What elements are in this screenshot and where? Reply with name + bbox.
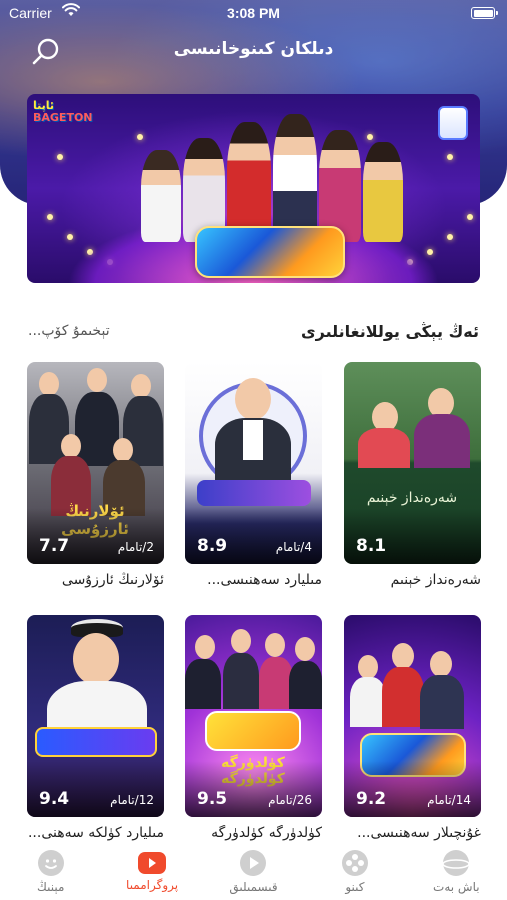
page-title: دىلكان كىنوخانىسى	[173, 39, 334, 59]
status-bar: Carrier 3:08 PM	[0, 0, 507, 28]
episode-count: 14/تامام	[427, 793, 471, 807]
tab-movies[interactable]: كىنو	[304, 841, 405, 900]
see-more-link[interactable]: تېخىمۇ كۆپ...	[28, 323, 110, 339]
program-poster: ئۆلارنىڭ ئارزۇسى 2/تامام 7.7	[27, 362, 164, 564]
poster-art: شەرەنداز خېنىم	[344, 362, 481, 564]
program-title: شەرەنداز خېنىم	[390, 572, 481, 588]
search-icon	[32, 38, 59, 65]
program-card[interactable]: كۈلدۈرگە كۈلدۈرگە 26/تامام 9.5 كۈلدۈرگە …	[185, 615, 322, 841]
poster-art: كۈلدۈرگە كۈلدۈرگە	[185, 615, 322, 817]
film-reel-icon	[341, 850, 368, 876]
program-card[interactable]: 12/تامام 9.4 مىليارد كۈلكە سەھنى...	[27, 615, 164, 841]
featured-banner[interactable]: ئاپتا BAGETON	[27, 94, 480, 283]
poster-art: ئۆلارنىڭ ئارزۇسى	[27, 362, 164, 564]
program-card[interactable]: 4/تامام 8.9 مىليارد سەھنىسى...	[185, 362, 322, 588]
section-title: ئەڭ يېڭى يوللانغانلىرى	[300, 322, 479, 341]
tab-label: قىسمىلىق	[229, 880, 278, 894]
battery-icon	[471, 7, 498, 19]
tab-label: پروگراممىا	[126, 878, 179, 892]
program-poster: 12/تامام 9.4	[27, 615, 164, 817]
tab-series[interactable]: قىسمىلىق	[203, 841, 304, 900]
rating-score: 8.9	[197, 536, 228, 556]
episode-count: 26/تامام	[268, 793, 312, 807]
poster-art	[27, 615, 164, 817]
program-poster: 4/تامام 8.9	[185, 362, 322, 564]
stage-light	[447, 154, 453, 160]
tab-profile[interactable]: مېنىڭ	[0, 841, 101, 900]
stage-light	[57, 154, 63, 160]
rating-score: 9.2	[356, 789, 387, 809]
program-title: غۇنچىلار سەھنىسى...	[357, 825, 481, 841]
banner-channel-logo: ئاپتا BAGETON	[33, 99, 93, 124]
program-poster: 14/تامام 9.2	[344, 615, 481, 817]
poster-art	[185, 362, 322, 564]
stage-light	[47, 214, 53, 220]
tab-programs[interactable]: پروگراممىا	[101, 841, 202, 900]
banner-performers-image	[127, 102, 417, 242]
program-title: مىليارد كۈلكە سەھنى...	[27, 825, 164, 841]
smiley-face-icon	[37, 850, 64, 876]
banner-show-title-art	[195, 226, 345, 278]
program-card[interactable]: شەرەنداز خېنىم 8.1 شەرەنداز خېنىم	[344, 362, 481, 588]
episode-count: 2/تامام	[117, 540, 154, 554]
program-title: ئۆلارنىڭ ئارزۇسى	[61, 572, 164, 588]
tab-label: كىنو	[345, 880, 365, 894]
stage-light	[447, 234, 453, 240]
program-card[interactable]: 14/تامام 9.2 غۇنچىلار سەھنىسى...	[344, 615, 481, 841]
rating-score: 9.4	[39, 789, 70, 809]
episode-count: 4/تامام	[275, 540, 312, 554]
rating-score: 7.7	[39, 536, 70, 556]
status-time: 3:08 PM	[227, 5, 280, 21]
planet-icon	[443, 850, 470, 876]
episode-count: 12/تامام	[110, 793, 154, 807]
tv-program-icon	[138, 852, 167, 874]
rating-score: 8.1	[356, 536, 387, 556]
program-poster: كۈلدۈرگە كۈلدۈرگە 26/تامام 9.5	[185, 615, 322, 817]
rating-score: 9.5	[197, 789, 228, 809]
program-card[interactable]: ئۆلارنىڭ ئارزۇسى 2/تامام 7.7 ئۆلارنىڭ ئا…	[27, 362, 164, 588]
banner-brand-logo	[438, 106, 468, 140]
program-poster: شەرەنداز خېنىم 8.1	[344, 362, 481, 564]
tab-label: باش بەت	[433, 880, 480, 894]
tab-label: مېنىڭ	[36, 880, 65, 894]
play-circle-icon	[240, 850, 267, 876]
tab-home[interactable]: باش بەت	[406, 841, 507, 900]
search-button[interactable]	[30, 36, 62, 68]
program-title: كۈلدۈرگە كۈلدۈرگە	[211, 825, 322, 841]
poster-art	[344, 615, 481, 817]
program-title: مىليارد سەھنىسى...	[207, 572, 322, 588]
bottom-tab-bar: باش بەت كىنو قىسمىلىق پروگراممىا مېنىڭ	[0, 841, 507, 900]
stage-light	[467, 214, 473, 220]
